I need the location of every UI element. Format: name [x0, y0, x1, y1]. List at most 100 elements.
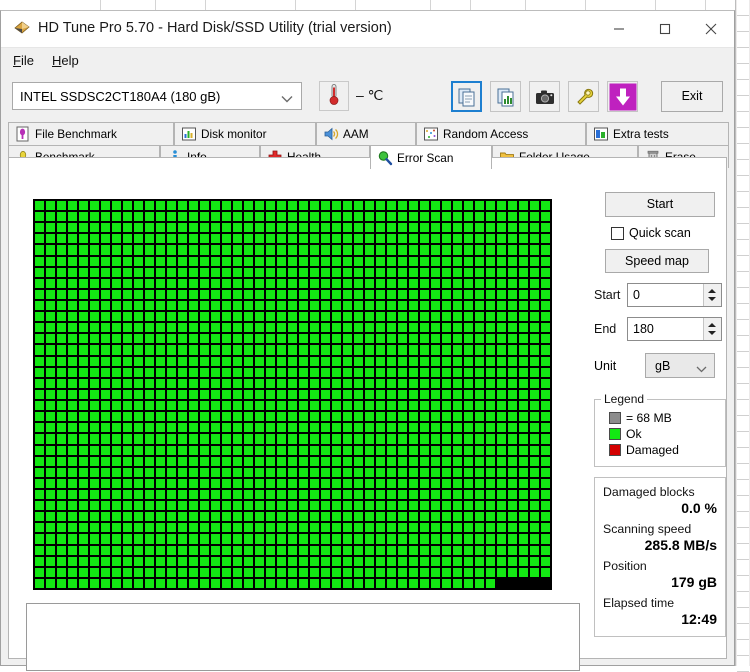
block-cell [497, 534, 506, 544]
block-cell [57, 201, 66, 211]
block-cell [332, 389, 341, 400]
block-cell [277, 512, 286, 522]
menu-item-file[interactable]: File [9, 52, 38, 69]
block-cell [35, 556, 44, 566]
block-cell [156, 356, 165, 366]
block-cell [365, 489, 374, 500]
block-cell [508, 456, 517, 466]
block-cell [541, 478, 550, 488]
end-stepper[interactable] [703, 318, 721, 340]
block-cell [277, 256, 286, 266]
block-cell [541, 245, 550, 255]
start-stepper[interactable] [703, 284, 721, 306]
block-cell [486, 289, 495, 300]
block-cell [442, 567, 451, 577]
block-cell [233, 401, 242, 411]
start-button[interactable]: Start [605, 192, 715, 217]
block-cell [178, 478, 187, 488]
tab-extra-tests[interactable]: Extra tests [586, 122, 729, 145]
block-cell [508, 567, 517, 577]
block-cell [409, 245, 418, 255]
block-cell [453, 334, 462, 344]
block-map[interactable] [33, 199, 552, 590]
block-cell [244, 401, 253, 411]
block-cell [343, 378, 352, 388]
block-cell [343, 256, 352, 266]
block-cell [145, 567, 154, 577]
block-cell [365, 434, 374, 444]
block-cell [200, 201, 209, 211]
block-cell [343, 323, 352, 333]
block-cell [178, 234, 187, 244]
exit-button[interactable]: Exit [661, 81, 723, 112]
block-cell [211, 534, 220, 544]
block-cell [167, 223, 176, 233]
block-cell [68, 301, 77, 311]
end-input[interactable]: 180 [627, 317, 722, 341]
tab-file-benchmark[interactable]: File Benchmark [8, 122, 174, 145]
block-cell [68, 356, 77, 366]
drive-select[interactable]: INTEL SSDSC2CT180A4 (180 gB) [12, 82, 302, 110]
block-cell [299, 223, 308, 233]
block-cell [453, 267, 462, 277]
block-cell [442, 289, 451, 300]
block-cell [145, 356, 154, 366]
tab-error-scan[interactable]: Error Scan [370, 145, 492, 169]
block-cell [266, 223, 275, 233]
tab-row-1: File Benchmark Disk monitor AAM Random A… [8, 122, 729, 145]
tab-random-access[interactable]: Random Access [416, 122, 586, 145]
block-cell [541, 512, 550, 522]
block-cell [497, 256, 506, 266]
block-cell [332, 323, 341, 333]
block-cell [255, 234, 264, 244]
block-cell [453, 545, 462, 555]
temperature-button[interactable] [319, 81, 349, 111]
block-cell [288, 467, 297, 477]
block-cell [354, 489, 363, 500]
block-cell [453, 256, 462, 266]
maximize-button[interactable] [642, 11, 688, 47]
camera-icon[interactable] [529, 81, 560, 112]
tools-icon[interactable] [568, 81, 599, 112]
block-cell [156, 389, 165, 400]
copy-graph-icon[interactable] [490, 81, 521, 112]
background-right-strip [735, 0, 750, 672]
minimize-button[interactable] [596, 11, 642, 47]
block-cell [387, 223, 396, 233]
block-cell [255, 567, 264, 577]
quick-scan-checkbox[interactable] [611, 226, 624, 240]
block-cell [57, 512, 66, 522]
block-cell [343, 367, 352, 377]
quick-scan-row[interactable]: Quick scan [611, 226, 726, 240]
start-input[interactable]: 0 [627, 283, 722, 307]
speed-map-button[interactable]: Speed map [605, 249, 709, 273]
block-cell [497, 556, 506, 566]
block-cell [112, 456, 121, 466]
block-cell [321, 423, 330, 433]
block-cell [123, 512, 132, 522]
block-cell [409, 212, 418, 222]
block-cell [112, 434, 121, 444]
block-cell [409, 334, 418, 344]
block-cell [123, 467, 132, 477]
download-arrow-icon[interactable] [607, 81, 638, 112]
block-cell [266, 289, 275, 300]
unit-select[interactable]: gB [645, 353, 715, 378]
block-cell [156, 345, 165, 355]
block-cell [365, 356, 374, 366]
block-cell [431, 423, 440, 433]
block-cell [277, 367, 286, 377]
copy-icon[interactable] [451, 81, 482, 112]
menu-item-help[interactable]: Help [48, 52, 83, 69]
block-cell [189, 489, 198, 500]
block-cell [156, 412, 165, 422]
block-cell [244, 289, 253, 300]
block-cell [354, 201, 363, 211]
block-cell [123, 234, 132, 244]
tab-aam[interactable]: AAM [316, 122, 416, 145]
block-cell [112, 267, 121, 277]
block-cell [486, 256, 495, 266]
block-cell [156, 301, 165, 311]
close-button[interactable] [688, 11, 734, 47]
tab-disk-monitor[interactable]: Disk monitor [174, 122, 316, 145]
